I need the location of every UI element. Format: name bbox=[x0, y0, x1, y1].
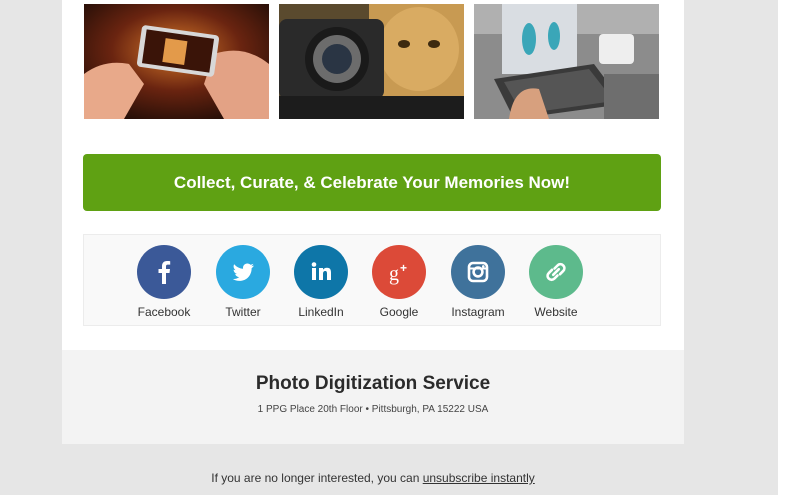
cta-button[interactable]: Collect, Curate, & Celebrate Your Memori… bbox=[83, 154, 661, 211]
social-twitter[interactable]: Twitter bbox=[203, 245, 283, 319]
social-label: Website bbox=[534, 305, 578, 319]
photo-phone-camera bbox=[84, 4, 269, 119]
social-label: Instagram bbox=[451, 305, 505, 319]
svg-text:g: g bbox=[389, 263, 399, 285]
email-footer: Photo Digitization Service 1 PPG Place 2… bbox=[62, 350, 684, 444]
social-label: Google bbox=[379, 305, 419, 319]
unsubscribe-text: If you are no longer interested, you can bbox=[211, 471, 423, 485]
unsubscribe-link[interactable]: unsubscribe instantly bbox=[423, 471, 535, 485]
photo-camera-lion bbox=[279, 4, 464, 119]
company-address: 1 PPG Place 20th Floor • Pittsburgh, PA … bbox=[257, 404, 489, 415]
facebook-icon[interactable] bbox=[137, 245, 191, 299]
instagram-icon[interactable] bbox=[451, 245, 505, 299]
social-label: LinkedIn bbox=[298, 305, 344, 319]
svg-text:+: + bbox=[400, 261, 407, 275]
link-icon[interactable] bbox=[529, 245, 583, 299]
google-plus-icon[interactable]: g + bbox=[372, 245, 426, 299]
twitter-icon[interactable] bbox=[216, 245, 270, 299]
photo-laptop-editing bbox=[474, 4, 659, 119]
social-label: Facebook bbox=[137, 305, 191, 319]
linkedin-icon[interactable] bbox=[294, 245, 348, 299]
social-instagram[interactable]: Instagram bbox=[438, 245, 518, 319]
social-facebook[interactable]: Facebook bbox=[124, 245, 204, 319]
right-gutter bbox=[778, 0, 799, 495]
social-website[interactable]: Website bbox=[516, 245, 596, 319]
company-name: Photo Digitization Service bbox=[255, 373, 491, 394]
social-label: Twitter bbox=[225, 305, 261, 319]
unsubscribe-line: If you are no longer interested, you can… bbox=[62, 471, 684, 485]
social-links-panel: Facebook Twitter LinkedIn g + Google Ins… bbox=[83, 234, 661, 326]
social-google-plus[interactable]: g + Google bbox=[359, 245, 439, 319]
social-linkedin[interactable]: LinkedIn bbox=[281, 245, 361, 319]
